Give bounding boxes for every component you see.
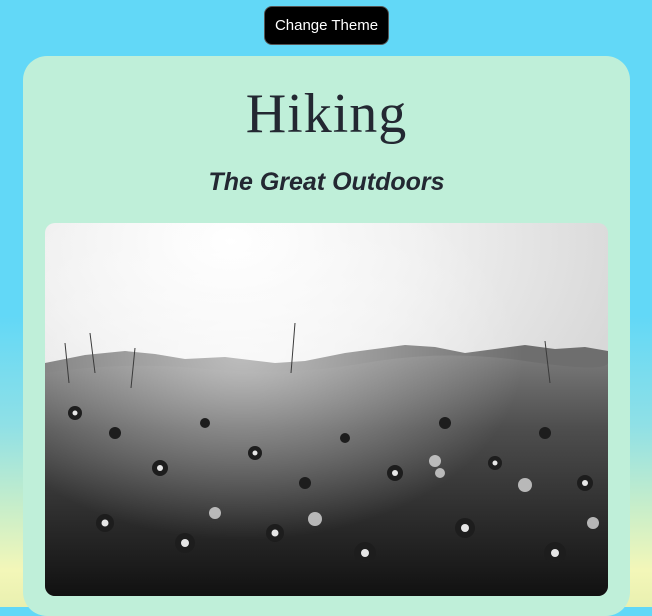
page-subtitle: The Great Outdoors [208, 168, 445, 196]
hiking-photo [45, 223, 608, 596]
page-title: Hiking [245, 83, 408, 145]
content-card: Hiking The Great Outdoors [23, 56, 630, 616]
change-theme-button[interactable]: Change Theme [264, 6, 389, 45]
